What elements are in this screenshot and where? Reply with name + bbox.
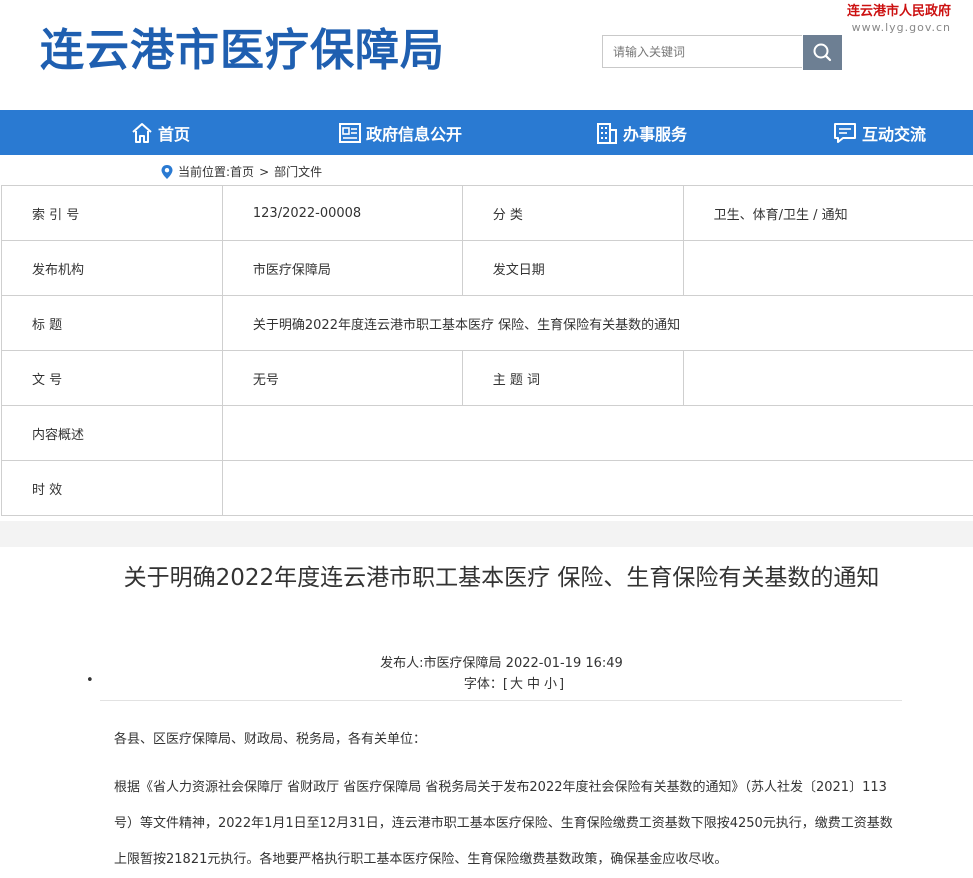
table-row: 时 效 [2,461,973,516]
nav-item-info-disclosure[interactable]: 政府信息公开 [338,110,462,155]
home-icon [130,121,154,145]
index-value: 123/2022-00008 [222,186,462,241]
category-value: 卫生、体育/卫生 / 通知 [683,186,973,241]
article-salutation: 各县、区医疗保障局、财政局、税务局，各有关单位： [114,722,426,758]
font-size-small[interactable]: 小 [544,677,557,692]
title-value: 关于明确2022年度连云港市职工基本医疗 保险、生育保险有关基数的通知 [222,296,973,351]
docno-value: 无号 [222,351,462,406]
nav-item-interaction[interactable]: 互动交流 [832,110,926,155]
breadcrumb-prefix: 当前位置: [178,163,230,180]
font-size-label: 字体：[ [464,677,508,692]
nav-label-info-disclosure: 政府信息公开 [366,121,462,145]
docno-label: 文 号 [2,351,223,406]
gov-name[interactable]: 连云港市人民政府 [847,4,951,20]
breadcrumb-separator: > [259,165,269,179]
breadcrumb-home-link[interactable]: 首页 [230,163,254,180]
date-value [683,241,973,296]
search-button[interactable] [803,35,842,70]
site-title[interactable]: 连云港市医疗保障局 [40,14,445,78]
table-row: 内容概述 [2,406,973,461]
breadcrumb: 当前位置: 首页 > 部门文件 [160,163,322,180]
nav-item-services[interactable]: 办事服务 [595,110,687,155]
search-input[interactable] [602,35,802,68]
nav-label-services: 办事服务 [623,121,687,145]
summary-value [222,406,973,461]
category-label: 分 类 [462,186,683,241]
validity-value [222,461,973,516]
validity-label: 时 效 [2,461,223,516]
date-label: 发文日期 [462,241,683,296]
font-size-selector: 字体：[大中小] [0,673,973,692]
article-meta: 发布人:市医疗保障局 2022-01-19 16:49 [0,652,973,671]
nav-label-interaction: 互动交流 [862,121,926,145]
article-title: 关于明确2022年度连云港市职工基本医疗 保险、生育保险有关基数的通知 [90,563,913,593]
article-body: 根据《省人力资源社会保障厅 省财政厅 省医疗保障局 省税务局关于发布2022年度… [84,770,894,878]
search-icon [803,35,842,70]
building-icon [595,121,619,145]
summary-label: 内容概述 [2,406,223,461]
keyword-value [683,351,973,406]
gov-portal-link[interactable]: 连云港市人民政府 www.lyg.gov.cn [847,4,951,36]
nav-label-home: 首页 [158,121,190,145]
index-label: 索 引 号 [2,186,223,241]
title-label: 标 题 [2,296,223,351]
breadcrumb-current-link[interactable]: 部门文件 [274,163,322,180]
table-row: 文 号 无号 主 题 词 [2,351,973,406]
main-nav: 首页 政府信息公开 办事服务 互动交流 [0,110,973,155]
font-size-medium[interactable]: 中 [527,677,540,692]
gov-url[interactable]: www.lyg.gov.cn [847,20,951,36]
table-row: 发布机构 市医疗保障局 发文日期 [2,241,973,296]
article-divider [100,700,902,701]
location-pin-icon [160,164,174,180]
table-row: 标 题 关于明确2022年度连云港市职工基本医疗 保险、生育保险有关基数的通知 [2,296,973,351]
keyword-label: 主 题 词 [462,351,683,406]
chat-icon [832,121,858,145]
font-size-large[interactable]: 大 [510,677,523,692]
document-info-table: 索 引 号 123/2022-00008 分 类 卫生、体育/卫生 / 通知 发… [1,185,973,516]
site-header: 连云港市医疗保障局 连云港市人民政府 www.lyg.gov.cn [0,0,973,110]
article-body-text: 根据《省人力资源社会保障厅 省财政厅 省医疗保障局 省税务局关于发布2022年度… [84,770,894,878]
document-icon [338,121,362,145]
nav-item-home[interactable]: 首页 [130,110,190,155]
table-row: 索 引 号 123/2022-00008 分 类 卫生、体育/卫生 / 通知 [2,186,973,241]
org-value: 市医疗保障局 [222,241,462,296]
org-label: 发布机构 [2,241,223,296]
font-size-close: ] [559,677,564,692]
section-divider-strip [0,521,973,547]
